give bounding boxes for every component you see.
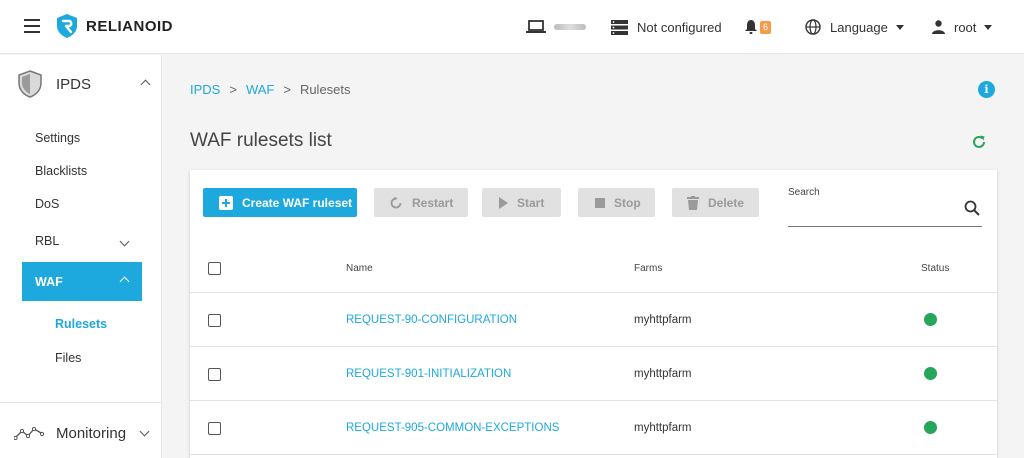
ruleset-name-link[interactable]: REQUEST-905-COMMON-EXCEPTIONS [346, 422, 559, 434]
search-label: Search [788, 187, 820, 198]
sidebar-section-label: IPDS [56, 75, 92, 93]
cluster-status[interactable]: Not configured [611, 0, 722, 54]
top-bar: RELIANOID Not configured 6 Language root [0, 0, 1024, 54]
sidebar-divider [0, 402, 161, 403]
delete-label: Delete [708, 195, 745, 210]
row-checkbox[interactable] [208, 368, 221, 381]
stop-button[interactable]: Stop [578, 188, 655, 217]
create-waf-ruleset-button[interactable]: Create WAF ruleset [203, 188, 357, 217]
chevron-down-icon[interactable] [119, 236, 130, 247]
brand-name: RELIANOID [86, 17, 173, 35]
cluster-status-text: Not configured [637, 19, 722, 35]
search-input[interactable] [788, 200, 982, 227]
select-all-checkbox[interactable] [208, 262, 221, 275]
restart-icon [389, 196, 403, 210]
chevron-down-icon [139, 426, 150, 437]
refresh-icon[interactable] [971, 134, 987, 150]
sidebar-section-monitoring[interactable]: Monitoring [0, 419, 161, 447]
sidebar: IPDS Settings Blacklists DoS RBL WAF Rul… [0, 55, 162, 458]
restart-label: Restart [412, 195, 454, 210]
info-icon[interactable]: i [978, 81, 995, 98]
notifications[interactable]: 6 [744, 0, 772, 54]
column-header-status[interactable]: Status [921, 263, 949, 274]
hostname-blurred [554, 24, 586, 30]
server-icon [611, 19, 628, 35]
user-menu[interactable]: root [932, 0, 993, 54]
ruleset-farms: myhttpfarm [634, 314, 692, 326]
search-icon[interactable] [964, 200, 980, 216]
chevron-up-icon [140, 79, 151, 90]
user-icon [932, 20, 945, 34]
sidebar-item-rulesets[interactable]: Rulesets [55, 317, 107, 331]
sidebar-section-ipds[interactable]: IPDS [0, 69, 161, 99]
chevron-up-icon [119, 276, 130, 287]
column-header-name[interactable]: Name [346, 263, 373, 274]
language-selector[interactable]: Language [805, 0, 904, 54]
plus-square-icon [219, 195, 233, 210]
bell-icon [745, 20, 757, 34]
sidebar-item-dos[interactable]: DoS [35, 197, 59, 211]
activity-graph-icon [14, 426, 44, 440]
restart-button[interactable]: Restart [374, 188, 468, 217]
page-title: WAF rulesets list [190, 130, 332, 151]
breadcrumb: IPDS > WAF > Rulesets [190, 82, 351, 97]
breadcrumb-current: Rulesets [299, 82, 351, 97]
laptop-icon [526, 20, 546, 33]
table-divider [190, 454, 997, 455]
brand-logo[interactable]: RELIANOID [56, 13, 173, 39]
shield-icon [18, 70, 42, 98]
globe-icon [805, 19, 821, 35]
row-checkbox[interactable] [208, 422, 221, 435]
breadcrumb-separator: > [283, 82, 291, 97]
caret-down-icon [895, 24, 904, 30]
user-name: root [954, 19, 977, 35]
sidebar-item-waf[interactable]: WAF [22, 262, 142, 301]
sidebar-item-blacklists[interactable]: Blacklists [35, 164, 87, 178]
breadcrumb-separator: > [229, 82, 237, 97]
create-waf-ruleset-label: Create WAF ruleset [242, 195, 353, 210]
table-divider [190, 292, 997, 293]
language-label: Language [830, 19, 888, 35]
row-checkbox[interactable] [208, 314, 221, 327]
play-icon [498, 196, 508, 209]
rulesets-card: Create WAF ruleset Restart Start Stop De… [190, 170, 997, 458]
caret-down-icon [984, 24, 993, 30]
table-divider [190, 400, 997, 401]
ruleset-farms: myhttpfarm [634, 422, 692, 434]
start-label: Start [517, 195, 545, 210]
status-up-indicator [924, 367, 937, 380]
sidebar-item-files[interactable]: Files [55, 351, 81, 365]
start-button[interactable]: Start [482, 188, 561, 217]
delete-button[interactable]: Delete [672, 188, 759, 217]
host-indicator[interactable] [526, 0, 586, 54]
notification-badge: 6 [760, 20, 772, 34]
ruleset-name-link[interactable]: REQUEST-90-CONFIGURATION [346, 314, 517, 326]
menu-icon[interactable] [24, 19, 40, 33]
status-up-indicator [924, 421, 937, 434]
stop-icon [595, 197, 605, 208]
table-divider [190, 346, 997, 347]
column-header-farms[interactable]: Farms [634, 263, 662, 274]
sidebar-item-rbl[interactable]: RBL [35, 234, 59, 248]
relianoid-logo-icon [57, 14, 77, 38]
ruleset-name-link[interactable]: REQUEST-901-INITIALIZATION [346, 368, 511, 380]
stop-label: Stop [614, 195, 641, 210]
sidebar-item-settings[interactable]: Settings [35, 131, 80, 145]
status-up-indicator [924, 313, 937, 326]
ruleset-farms: myhttpfarm [634, 368, 692, 380]
breadcrumb-ipds[interactable]: IPDS [190, 82, 220, 97]
trash-icon [687, 195, 699, 210]
sidebar-item-label: WAF [35, 274, 63, 289]
sidebar-section-label: Monitoring [56, 424, 127, 442]
breadcrumb-waf[interactable]: WAF [246, 82, 274, 97]
